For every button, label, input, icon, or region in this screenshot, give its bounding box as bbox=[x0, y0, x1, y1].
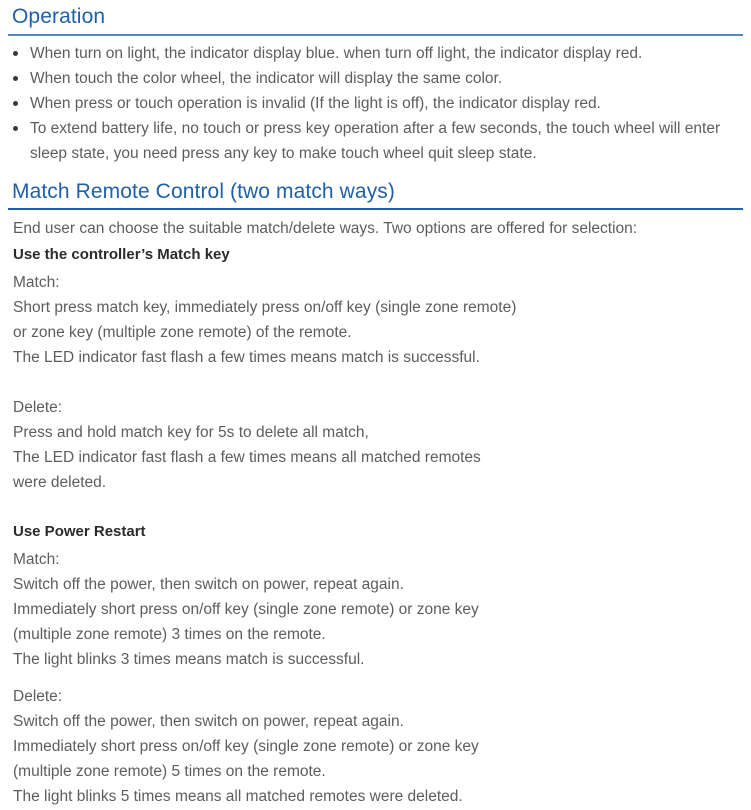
method-one-title: Use the controller’s Match key bbox=[13, 246, 230, 264]
list-item: To extend battery life, no touch or pres… bbox=[8, 116, 743, 166]
bullet-dot-icon bbox=[13, 51, 18, 57]
list-item-text: When touch the color wheel, the indicato… bbox=[30, 70, 503, 88]
bullet-dot-icon bbox=[13, 126, 18, 132]
method-one-delete-line: The LED indicator fast flash a few times… bbox=[13, 449, 481, 467]
bullet-dot-icon bbox=[13, 101, 18, 107]
method-two-delete-line: (multiple zone remote) 5 times on the re… bbox=[13, 763, 326, 781]
method-one-delete-block: Delete: Press and hold match key for 5s … bbox=[8, 395, 743, 495]
match-remote-section: Match Remote Control (two match ways) En… bbox=[8, 180, 743, 809]
list-item-text: When turn on light, the indicator displa… bbox=[30, 45, 643, 63]
match-remote-heading: Match Remote Control (two match ways) bbox=[12, 180, 395, 204]
method-two-match-block: Match: Switch off the power, then switch… bbox=[8, 547, 743, 672]
method-two-delete-block: Delete: Switch off the power, then switc… bbox=[8, 684, 743, 809]
list-item: When press or touch operation is invalid… bbox=[8, 91, 743, 116]
method-two-delete-line: Immediately short press on/off key (sing… bbox=[13, 738, 479, 756]
list-item: When turn on light, the indicator displa… bbox=[8, 41, 743, 66]
match-remote-intro: End user can choose the suitable match/d… bbox=[13, 220, 638, 238]
list-item: When touch the color wheel, the indicato… bbox=[8, 66, 743, 91]
operation-heading-rule bbox=[8, 34, 743, 37]
bullet-dot-icon bbox=[13, 76, 18, 82]
match-remote-heading-rule bbox=[8, 208, 743, 211]
list-item-text: When press or touch operation is invalid… bbox=[30, 95, 601, 113]
method-two-match-line: Switch off the power, then switch on pow… bbox=[13, 576, 404, 594]
method-one-match-block: Match: Short press match key, immediatel… bbox=[8, 270, 743, 370]
method-two-title: Use Power Restart bbox=[13, 523, 146, 541]
method-one-match-line: The LED indicator fast flash a few times… bbox=[13, 349, 480, 367]
method-one-match-line: or zone key (multiple zone remote) of th… bbox=[13, 324, 352, 342]
document-page: Operation When turn on light, the indica… bbox=[0, 0, 751, 810]
method-two-match-line: The light blinks 3 times means match is … bbox=[13, 651, 365, 669]
method-two-match-line: Immediately short press on/off key (sing… bbox=[13, 601, 479, 619]
method-two-delete-line: The light blinks 5 times means all match… bbox=[13, 788, 463, 806]
method-one-delete-label: Delete: bbox=[13, 399, 63, 417]
method-one-delete-line: Press and hold match key for 5s to delet… bbox=[13, 424, 369, 442]
operation-heading: Operation bbox=[12, 5, 106, 28]
operation-bullet-list: When turn on light, the indicator displa… bbox=[8, 41, 743, 166]
method-one-match-label: Match: bbox=[13, 274, 60, 292]
list-item-text: To extend battery life, no touch or pres… bbox=[30, 120, 721, 163]
method-two-match-label: Match: bbox=[13, 551, 60, 569]
method-two-match-line: (multiple zone remote) 3 times on the re… bbox=[13, 626, 326, 644]
method-two-delete-label: Delete: bbox=[13, 688, 63, 706]
method-one-delete-line: were deleted. bbox=[13, 474, 107, 492]
method-one-match-line: Short press match key, immediately press… bbox=[13, 299, 517, 317]
method-two-delete-line: Switch off the power, then switch on pow… bbox=[13, 713, 404, 731]
operation-section: Operation When turn on light, the indica… bbox=[8, 0, 743, 166]
